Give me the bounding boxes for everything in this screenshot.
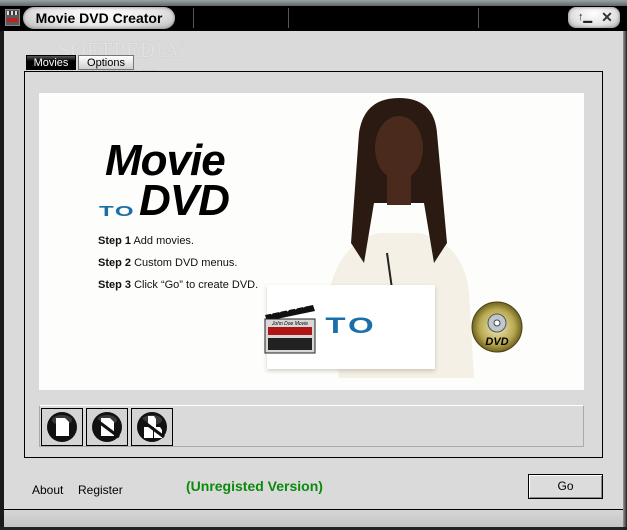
step-3: Step 3 Click “Go” to create DVD. <box>98 279 259 291</box>
register-link[interactable]: Register <box>78 483 123 497</box>
window-controls: ↑▁ ✕ <box>568 7 620 28</box>
window-frame-right <box>623 31 627 530</box>
logo-to-text: TO <box>99 203 136 220</box>
add-movie-button[interactable] <box>41 408 83 446</box>
window-frame-left <box>0 31 4 530</box>
step-1: Step 1 Add movies. <box>98 235 194 247</box>
title-separator <box>193 8 194 28</box>
about-link[interactable]: About <box>32 483 63 497</box>
registration-status: (Unregisted Version) <box>186 478 323 494</box>
remove-all-movies-button[interactable] <box>131 408 173 446</box>
logo-dvd-text: DVD <box>139 176 230 225</box>
clapper-title: John Doe Movie <box>271 321 308 327</box>
add-file-icon <box>47 412 77 442</box>
minimize-button[interactable]: ↑▁ <box>574 10 596 25</box>
title-bar[interactable]: Movie DVD Creator ↑▁ ✕ <box>0 6 627 31</box>
title-separator <box>288 8 289 28</box>
clapperboard-icon: John Doe Movie <box>264 303 316 354</box>
status-bar <box>4 509 623 528</box>
remove-movie-button[interactable] <box>86 408 128 446</box>
step-2: Step 2 Custom DVD menus. <box>98 257 238 269</box>
go-button[interactable]: Go <box>528 474 603 499</box>
tab-movies[interactable]: Movies <box>26 55 76 70</box>
dvd-disc-icon: DVD <box>471 301 523 353</box>
close-button[interactable]: ✕ <box>598 9 616 25</box>
clapperboard-icon <box>5 9 20 26</box>
remove-file-icon <box>92 412 122 442</box>
dvd-label: DVD <box>485 336 508 348</box>
welcome-banner: Movie TO DVD Step 1 Add movies. Step 2 C… <box>39 93 584 390</box>
window-title: Movie DVD Creator <box>23 7 175 29</box>
remove-all-icon <box>137 412 167 442</box>
tab-options[interactable]: Options <box>78 55 134 70</box>
title-separator <box>478 8 479 28</box>
